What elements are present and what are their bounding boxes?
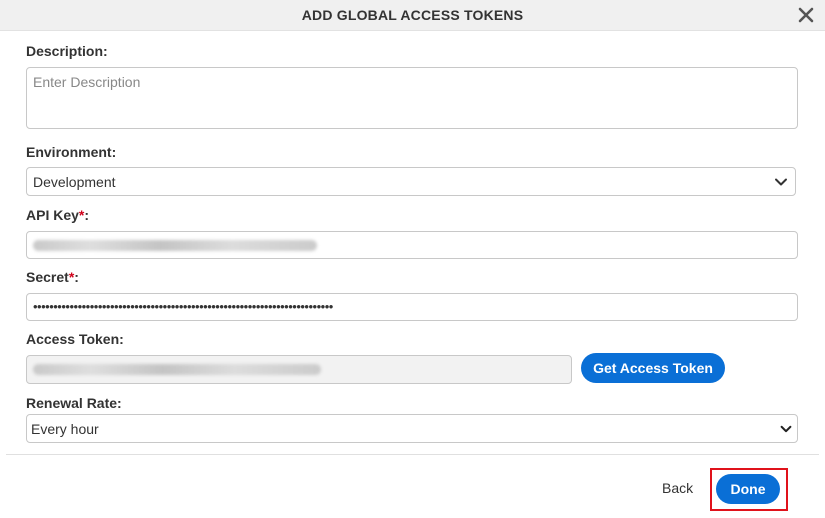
close-icon	[798, 7, 814, 23]
renewal-rate-selected-value: Every hour	[31, 421, 99, 437]
done-button[interactable]: Done	[716, 474, 780, 504]
secret-value: ••••••••••••••••••••••••••••••••••••••••…	[33, 299, 333, 314]
close-button[interactable]	[797, 6, 815, 24]
api-key-masked-value	[33, 240, 317, 251]
description-label: Description:	[26, 43, 108, 59]
api-key-label-suffix: :	[84, 207, 90, 223]
environment-selected-value: Development	[33, 174, 116, 190]
access-token-masked-value	[33, 364, 321, 375]
access-token-label: Access Token:	[26, 331, 124, 347]
environment-select[interactable]: Development	[26, 167, 796, 196]
dialog-title: ADD GLOBAL ACCESS TOKENS	[301, 7, 524, 23]
api-key-label: API Key*:	[26, 207, 89, 223]
secret-label-text: Secret	[26, 269, 69, 285]
environment-label: Environment:	[26, 144, 117, 160]
secret-label-suffix: :	[74, 269, 79, 285]
description-input[interactable]	[26, 67, 798, 129]
api-key-label-text: API Key	[26, 207, 79, 223]
renewal-rate-label: Renewal Rate:	[26, 395, 122, 411]
renewal-rate-select[interactable]: Every hour	[26, 414, 798, 443]
access-token-input[interactable]	[26, 355, 572, 384]
dialog-header: ADD GLOBAL ACCESS TOKENS	[0, 0, 825, 31]
api-key-input[interactable]	[26, 231, 798, 259]
secret-label: Secret*:	[26, 269, 79, 285]
chevron-down-icon	[780, 425, 792, 433]
back-button[interactable]: Back	[662, 480, 693, 496]
get-access-token-button[interactable]: Get Access Token	[581, 353, 725, 383]
footer-divider	[6, 454, 819, 455]
chevron-down-icon	[775, 178, 787, 186]
secret-input[interactable]: ••••••••••••••••••••••••••••••••••••••••…	[26, 293, 798, 321]
